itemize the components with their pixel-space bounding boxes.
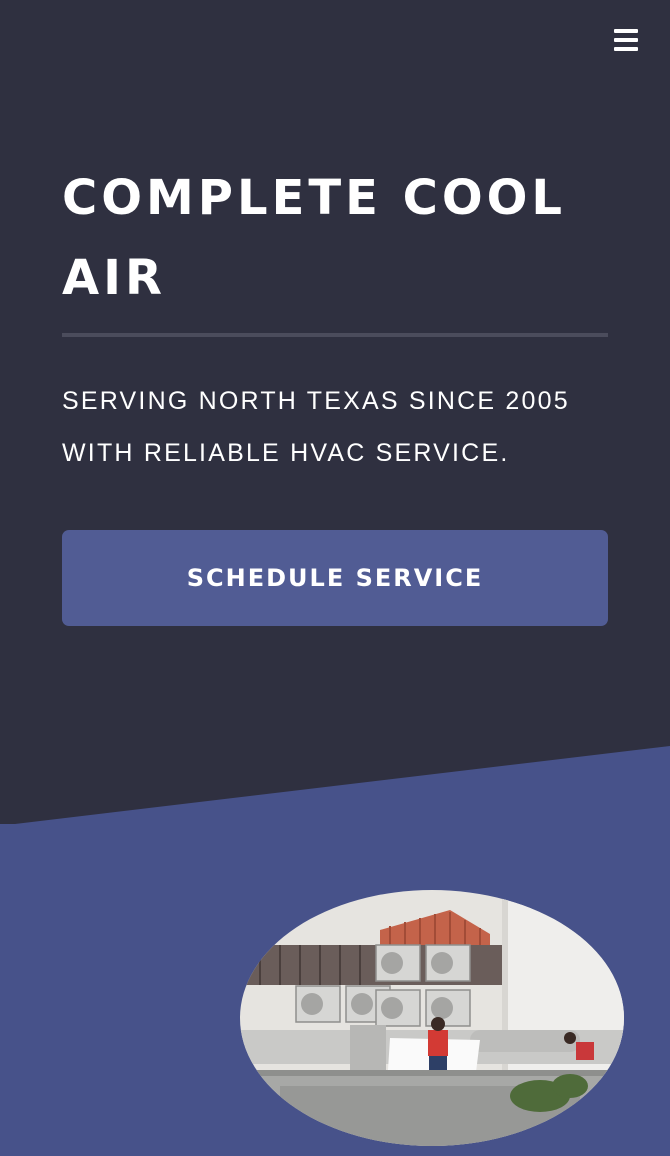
hero-subtitle: SERVING NORTH TEXAS SINCE 2005 WITH RELI… xyxy=(62,375,608,479)
hero-subtitle-line-2: WITH RELIABLE HVAC SERVICE. xyxy=(62,439,510,467)
hero-divider xyxy=(62,333,608,337)
hamburger-menu-icon[interactable] xyxy=(613,28,639,52)
hero-subtitle-line-1: SERVING NORTH TEXAS SINCE 2005 xyxy=(62,387,570,415)
hero-title: COMPLETE COOL AIR xyxy=(62,158,608,318)
hero-title-line-2: AIR xyxy=(62,250,166,306)
menu-bar xyxy=(614,38,638,42)
hvac-rooftop-photo xyxy=(240,890,624,1146)
hero-title-line-1: COMPLETE COOL xyxy=(62,170,567,226)
menu-bar xyxy=(614,47,638,51)
schedule-service-button[interactable]: SCHEDULE SERVICE xyxy=(62,530,608,626)
menu-bar xyxy=(614,29,638,33)
